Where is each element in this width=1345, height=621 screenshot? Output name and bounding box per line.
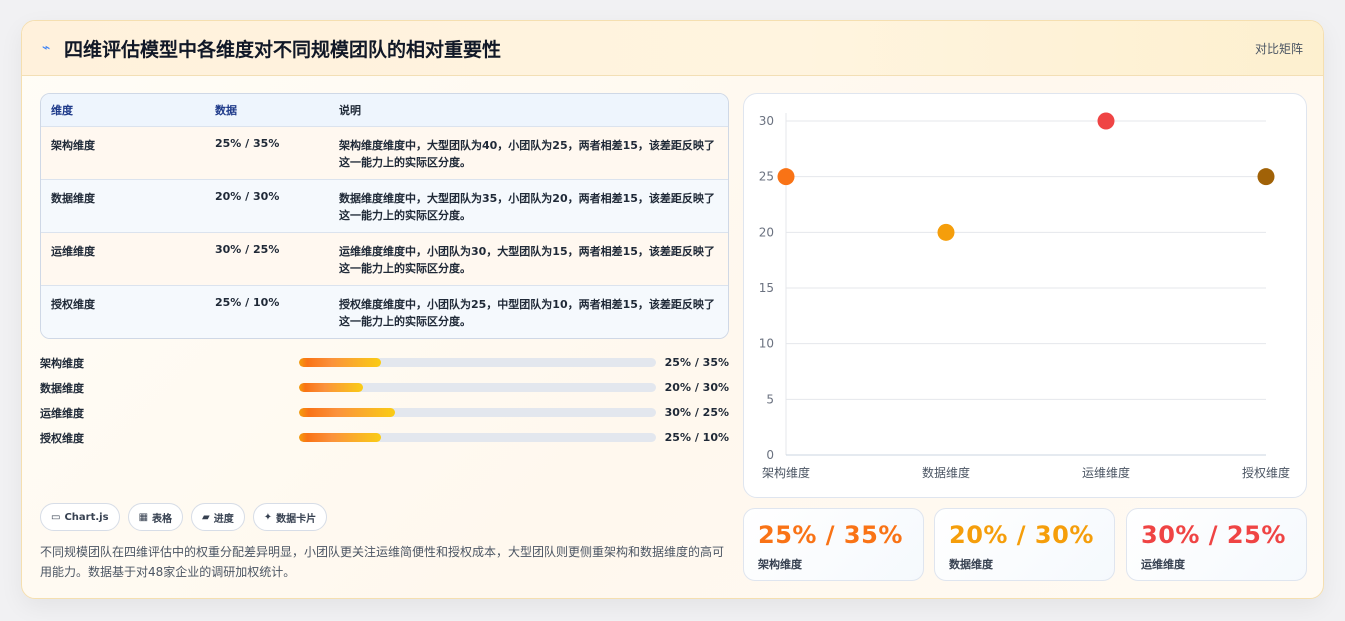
x-tick-label: 运维维度 — [1082, 465, 1130, 480]
progress-track — [299, 383, 656, 392]
row-data: 25% / 10% — [215, 296, 280, 309]
stat-value: 25% / 35% — [758, 521, 903, 549]
table-row: 架构维度 25% / 35% 架构维度维度中，大型团队为40，小团队为25，两者… — [41, 126, 728, 179]
row-data: 20% / 30% — [215, 190, 280, 203]
view-chips: ▭ Chart.js ▦ 表格 ▰ 进度 ✦ 数据卡片 — [40, 503, 328, 531]
data-point — [937, 223, 955, 241]
stat-card: 20% / 30% 数据维度 — [934, 508, 1115, 581]
summary-note: 不同规模团队在四维评估中的权重分配差异明显，小团队更关注运维简便性和授权成本，大… — [40, 545, 725, 579]
table-icon: ▦ — [138, 511, 149, 523]
chart-svg: 0 5 10 15 20 25 30 架构维度 数据维度 运维维度 授权维度 — [759, 112, 1290, 480]
y-tick-label: 10 — [759, 337, 774, 351]
stat-card: 25% / 35% 架构维度 — [743, 508, 924, 581]
y-tick-label: 15 — [759, 281, 774, 295]
chip-chartjs[interactable]: ▭ Chart.js — [40, 503, 120, 531]
row-description: 授权维度维度中，小团队为25，中型团队为10，两者相差15，该差距反映了这一能力… — [339, 298, 715, 328]
progress-track — [299, 433, 656, 442]
chip-label: 进度 — [213, 513, 234, 525]
progress-label: 运维维度 — [40, 406, 84, 420]
x-tick-label: 架构维度 — [762, 465, 810, 480]
chart-icon: ▭ — [51, 511, 61, 523]
data-table: 维度 数据 说明 架构维度 25% / 35% 架构维度维度中，大型团队为40，… — [40, 93, 729, 339]
y-tick-label: 5 — [766, 392, 774, 406]
row-description: 数据维度维度中，大型团队为35，小团队为20，两者相差15，该差距反映了这一能力… — [339, 192, 715, 222]
progress-item: 授权维度 25% / 10% — [40, 425, 729, 450]
progress-label: 数据维度 — [40, 381, 84, 395]
row-description: 运维维度维度中，小团队为30，大型团队为15，两者相差15，该差距反映了这一能力… — [339, 245, 715, 275]
data-point — [777, 168, 795, 186]
matrix-tag: 对比矩阵 — [1254, 41, 1303, 56]
progress-fill — [299, 408, 396, 417]
progress-icon: ▰ — [202, 511, 210, 523]
progress-fill — [299, 358, 382, 367]
progress-fill — [299, 433, 382, 442]
progress-label: 架构维度 — [40, 356, 84, 370]
y-tick-label: 0 — [766, 448, 774, 462]
progress-track — [299, 358, 656, 367]
sparkle-icon: ✦ — [263, 511, 273, 523]
row-dimension: 授权维度 — [51, 298, 95, 311]
data-point — [1097, 112, 1115, 130]
row-data: 25% / 35% — [215, 137, 280, 150]
table-row: 运维维度 30% / 25% 运维维度维度中，小团队为30，大型团队为15，两者… — [41, 232, 728, 285]
y-tick-label: 20 — [759, 225, 774, 239]
dashboard-card: ⌁ 四维评估模型中各维度对不同规模团队的相对重要性 对比矩阵 维度 数据 说明 … — [21, 20, 1324, 599]
stat-label: 架构维度 — [758, 558, 802, 571]
row-data: 30% / 25% — [215, 243, 280, 256]
stat-label: 数据维度 — [949, 558, 993, 571]
progress-label: 授权维度 — [40, 431, 84, 445]
column-header: 维度 — [51, 104, 73, 117]
chip-label: 表格 — [152, 513, 173, 525]
chip-data-card[interactable]: ✦ 数据卡片 — [252, 503, 328, 531]
chip-label: 数据卡片 — [276, 513, 317, 525]
progress-list: 架构维度 25% / 35% 数据维度 20% / 30% 运维维度 30% /… — [40, 350, 729, 450]
progress-item: 运维维度 30% / 25% — [40, 400, 729, 425]
progress-value: 20% / 30% — [664, 381, 729, 394]
column-header: 说明 — [339, 103, 361, 117]
progress-item: 架构维度 25% / 35% — [40, 350, 729, 375]
stat-card: 30% / 25% 运维维度 — [1126, 508, 1307, 581]
y-tick-label: 25 — [759, 170, 774, 184]
card-header: ⌁ 四维评估模型中各维度对不同规模团队的相对重要性 对比矩阵 — [22, 21, 1323, 76]
row-dimension: 架构维度 — [51, 139, 95, 152]
stat-label: 运维维度 — [1141, 558, 1185, 571]
row-dimension: 数据维度 — [51, 192, 95, 205]
progress-item: 数据维度 20% / 30% — [40, 375, 729, 400]
y-tick-label: 30 — [759, 114, 774, 128]
x-tick-label: 数据维度 — [922, 465, 970, 480]
progress-value: 30% / 25% — [664, 406, 729, 419]
row-description: 架构维度维度中，大型团队为40，小团队为25，两者相差15，该差距反映了这一能力… — [339, 139, 715, 169]
scatter-chart: 0 5 10 15 20 25 30 架构维度 数据维度 运维维度 授权维度 — [743, 93, 1307, 498]
chip-progress[interactable]: ▰ 进度 — [191, 503, 245, 531]
page-title: 四维评估模型中各维度对不同规模团队的相对重要性 — [64, 38, 502, 61]
stat-value: 30% / 25% — [1141, 521, 1286, 549]
stat-value: 20% / 30% — [949, 521, 1094, 549]
progress-value: 25% / 35% — [664, 356, 729, 369]
progress-value: 25% / 10% — [664, 431, 729, 444]
chip-label: Chart.js — [64, 511, 109, 523]
column-header: 数据 — [215, 104, 237, 117]
chip-table[interactable]: ▦ 表格 — [127, 503, 184, 531]
lightning-icon: ⌁ — [42, 40, 51, 56]
row-dimension: 运维维度 — [51, 245, 95, 258]
table-header: 维度 数据 说明 — [41, 94, 728, 126]
progress-track — [299, 408, 656, 417]
x-tick-label: 授权维度 — [1242, 465, 1290, 480]
data-point — [1257, 168, 1275, 186]
table-row: 授权维度 25% / 10% 授权维度维度中，小团队为25，中型团队为10，两者… — [41, 285, 728, 338]
table-row: 数据维度 20% / 30% 数据维度维度中，大型团队为35，小团队为20，两者… — [41, 179, 728, 232]
progress-fill — [299, 383, 364, 392]
